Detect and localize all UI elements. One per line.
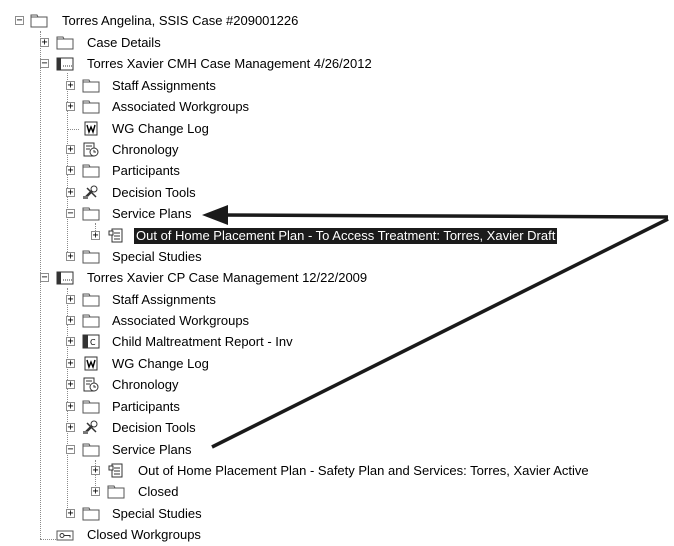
- expand-toggle[interactable]: +: [91, 487, 100, 497]
- tree-node-label: Participants: [112, 399, 180, 414]
- expand-toggle[interactable]: +: [91, 466, 100, 476]
- expand-toggle[interactable]: +: [66, 380, 75, 390]
- tree-node-label: Special Studies: [112, 506, 202, 521]
- folder-icon: [82, 250, 100, 264]
- report-icon: C: [82, 334, 100, 349]
- expand-toggle[interactable]: +: [66, 295, 75, 305]
- tree-node-label: Case Details: [87, 35, 161, 50]
- case-tree-view[interactable]: − Torres Angelina, SSIS Case #209001226 …: [0, 0, 674, 544]
- chronology-icon: [83, 377, 99, 392]
- collapse-toggle[interactable]: −: [15, 16, 24, 26]
- folder-icon: [82, 314, 100, 328]
- folder-icon: [82, 293, 100, 307]
- tree-node-label: Decision Tools: [112, 420, 196, 435]
- tree-node-label: Out of Home Placement Plan - Safety Plan…: [138, 463, 589, 478]
- folder-icon: [82, 207, 100, 221]
- tree-node-label: Torres Angelina, SSIS Case #209001226: [62, 13, 299, 28]
- expand-toggle[interactable]: +: [66, 81, 75, 91]
- expand-toggle[interactable]: +: [66, 188, 75, 198]
- tree-node-label: Child Maltreatment Report - Inv: [112, 334, 293, 349]
- case-management-icon: [56, 271, 74, 285]
- folder-icon: [82, 400, 100, 414]
- tree-node-label: Chronology: [112, 142, 179, 157]
- svg-text:C: C: [90, 338, 96, 347]
- expand-toggle[interactable]: +: [66, 509, 75, 519]
- expand-toggle[interactable]: +: [66, 359, 75, 369]
- tree-node-label: Associated Workgroups: [112, 99, 250, 114]
- folder-icon: [30, 14, 48, 28]
- folder-icon: [82, 79, 100, 93]
- expand-toggle[interactable]: +: [66, 145, 75, 155]
- plan-document-icon: [108, 228, 123, 243]
- tree-node-label: WG Change Log: [112, 356, 209, 371]
- collapse-toggle[interactable]: −: [66, 209, 75, 219]
- expand-toggle[interactable]: +: [66, 252, 75, 262]
- expand-toggle[interactable]: +: [66, 402, 75, 412]
- expand-toggle[interactable]: +: [66, 166, 75, 176]
- tree-node-label: WG Change Log: [112, 121, 209, 136]
- folder-icon: [107, 485, 125, 499]
- expand-toggle[interactable]: +: [66, 102, 75, 112]
- folder-icon: [82, 443, 100, 457]
- tree-node-label: Associated Workgroups: [112, 313, 250, 328]
- folder-icon: [82, 100, 100, 114]
- tree-node-label: Torres Xavier CMH Case Management 4/26/2…: [87, 56, 372, 71]
- tree-node-label: Staff Assignments: [112, 78, 216, 93]
- collapse-toggle[interactable]: −: [40, 273, 49, 283]
- tree-node-label: Decision Tools: [112, 185, 196, 200]
- case-management-icon: [56, 57, 74, 71]
- tree-node-label: Closed: [138, 484, 179, 499]
- tree-node-label-selected: Out of Home Placement Plan - To Access T…: [134, 228, 558, 244]
- expand-toggle[interactable]: +: [40, 38, 49, 48]
- chronology-icon: [83, 142, 99, 157]
- tree-node-label: Closed Workgroups: [87, 527, 201, 542]
- log-document-icon: [84, 121, 98, 136]
- expand-toggle[interactable]: +: [91, 231, 100, 241]
- plan-document-icon: [108, 463, 123, 478]
- tree-node-label: Torres Xavier CP Case Management 12/22/2…: [87, 270, 368, 285]
- folder-icon: [82, 507, 100, 521]
- collapse-toggle[interactable]: −: [66, 445, 75, 455]
- tree-node-label: Service Plans: [112, 206, 192, 221]
- log-document-icon: [84, 356, 98, 371]
- tree-node-label: Participants: [112, 163, 180, 178]
- collapse-toggle[interactable]: −: [40, 59, 49, 69]
- folder-icon: [56, 36, 74, 50]
- decision-tools-icon: [83, 185, 98, 199]
- expand-toggle[interactable]: +: [66, 337, 75, 347]
- tree-node-label: Chronology: [112, 377, 179, 392]
- key-icon: [56, 530, 74, 541]
- tree-node-label: Service Plans: [112, 442, 192, 457]
- tree-node-label: Staff Assignments: [112, 292, 216, 307]
- decision-tools-icon: [83, 420, 98, 434]
- tree-node-label: Special Studies: [112, 249, 202, 264]
- folder-icon: [82, 164, 100, 178]
- expand-toggle[interactable]: +: [66, 316, 75, 326]
- expand-toggle[interactable]: +: [66, 423, 75, 433]
